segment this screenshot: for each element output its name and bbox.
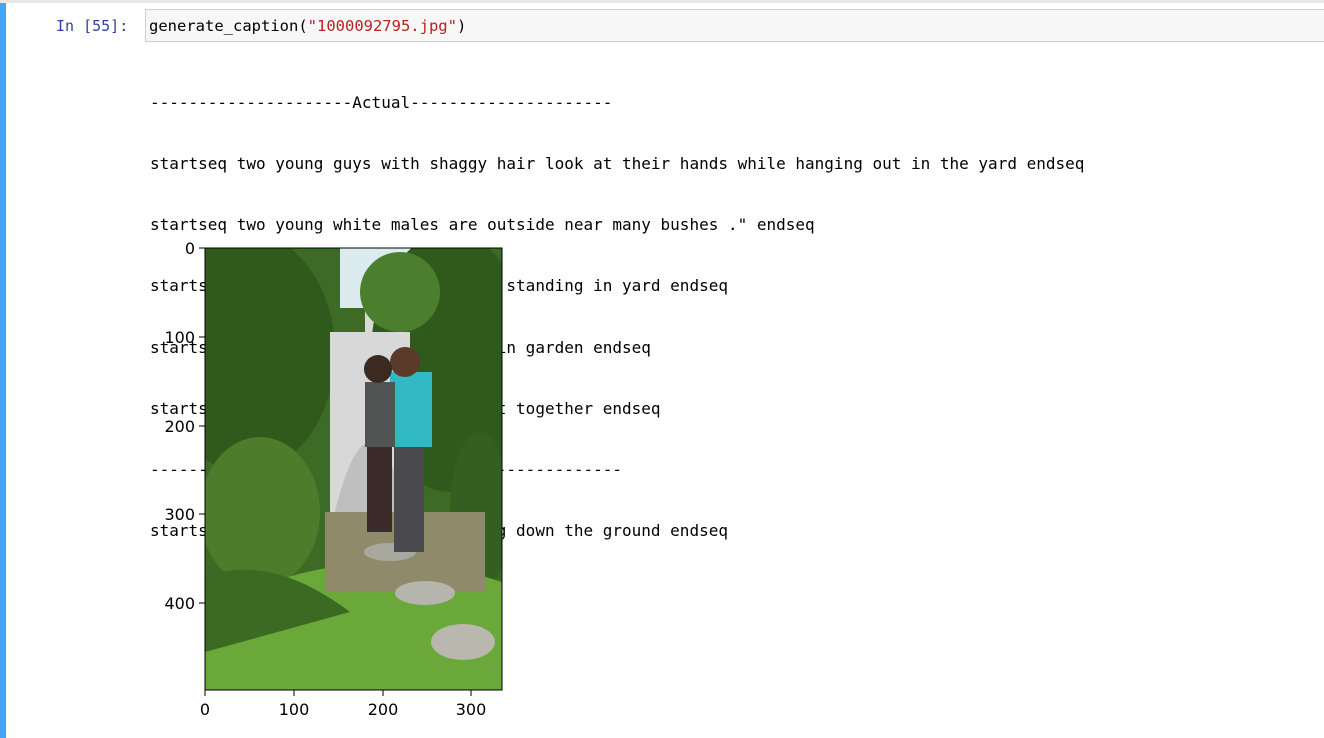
actual-separator: ---------------------Actual-------------… [150, 92, 613, 112]
y-tick-label: 100 [164, 328, 195, 347]
actual-caption-1: startseq two young guys with shaggy hair… [150, 154, 1085, 174]
x-tick-label: 0 [200, 700, 210, 719]
cell-prompt: In [55]: [56, 17, 129, 35]
open-paren: ( [298, 17, 308, 35]
garden-photo [205, 248, 502, 690]
y-tick-label: 400 [164, 594, 195, 613]
y-tick-label: 300 [164, 505, 195, 524]
function-name: generate_caption [149, 17, 299, 35]
image-plot: 0 100 200 300 400 0 100 200 300 [164, 239, 503, 719]
cell-selection-indicator [0, 3, 6, 738]
code-input-area[interactable]: generate_caption("1000092795.jpg") [145, 9, 1324, 42]
y-axis: 0 100 200 300 400 [164, 239, 205, 613]
code-line[interactable]: generate_caption("1000092795.jpg") [149, 17, 466, 35]
close-paren: ) [456, 17, 467, 35]
x-tick-label: 100 [279, 700, 310, 719]
y-tick-label: 200 [164, 417, 195, 436]
string-argument: "1000092795.jpg" [307, 17, 457, 35]
x-tick-label: 200 [368, 700, 399, 719]
x-tick-label: 300 [456, 700, 487, 719]
notebook-top-border [0, 0, 1324, 3]
x-axis: 0 100 200 300 [200, 690, 486, 719]
y-tick-label: 0 [185, 239, 195, 258]
